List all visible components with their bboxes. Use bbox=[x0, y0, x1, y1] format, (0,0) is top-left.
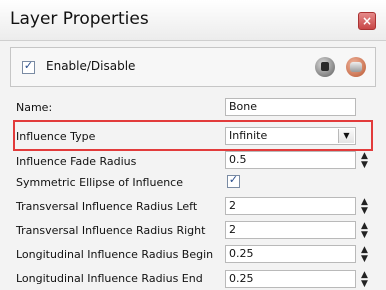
layer-properties-panel: Layer Properties × ✓ Enable/Disable Name… bbox=[0, 0, 386, 290]
transversal-right-field[interactable]: 2 bbox=[225, 221, 356, 239]
transversal-left-spinner[interactable]: ▲ ▼ bbox=[361, 198, 368, 216]
longitudinal-end-spinner[interactable]: ▲ ▼ bbox=[361, 271, 368, 289]
symmetric-ellipse-checkbox[interactable]: ✓ bbox=[227, 173, 240, 188]
influence-fade-radius-spinner[interactable]: ▲ ▼ bbox=[361, 152, 368, 170]
close-icon: × bbox=[361, 14, 373, 28]
lock-icon[interactable] bbox=[315, 57, 335, 77]
longitudinal-end-label: Longitudinal Influence Radius End bbox=[16, 272, 203, 285]
influence-fade-radius-field[interactable]: 0.5 bbox=[225, 151, 356, 169]
database-icon[interactable] bbox=[346, 57, 366, 77]
longitudinal-end-field[interactable]: 0.25 bbox=[225, 270, 356, 288]
longitudinal-begin-label: Longitudinal Influence Radius Begin bbox=[16, 248, 214, 261]
check-icon: ✓ bbox=[228, 173, 239, 186]
symmetric-ellipse-label: Symmetric Ellipse of Influence bbox=[16, 176, 183, 189]
name-field[interactable]: Bone bbox=[225, 98, 356, 116]
longitudinal-begin-spinner[interactable]: ▲ ▼ bbox=[361, 246, 368, 264]
enable-disable-row: ✓ Enable/Disable bbox=[10, 47, 376, 87]
transversal-right-spinner[interactable]: ▲ ▼ bbox=[361, 222, 368, 240]
longitudinal-begin-field[interactable]: 0.25 bbox=[225, 245, 356, 263]
check-icon: ✓ bbox=[23, 59, 34, 72]
window-title: Layer Properties bbox=[10, 9, 149, 29]
influence-type-dropdown[interactable]: Infinite ▼ bbox=[225, 127, 356, 145]
enable-label: Enable/Disable bbox=[46, 59, 136, 73]
chevron-down-icon[interactable]: ▼ bbox=[338, 129, 354, 143]
enable-checkbox[interactable]: ✓ bbox=[22, 59, 35, 74]
close-button[interactable]: × bbox=[358, 12, 376, 30]
title-bar: Layer Properties × bbox=[0, 0, 386, 41]
name-label: Name: bbox=[16, 101, 53, 114]
influence-type-label: Influence Type bbox=[16, 130, 96, 143]
transversal-right-label: Transversal Influence Radius Right bbox=[16, 224, 206, 237]
influence-fade-radius-label: Influence Fade Radius bbox=[16, 155, 137, 168]
transversal-left-label: Transversal Influence Radius Left bbox=[16, 200, 198, 213]
influence-type-value: Infinite bbox=[229, 129, 268, 142]
transversal-left-field[interactable]: 2 bbox=[225, 197, 356, 215]
